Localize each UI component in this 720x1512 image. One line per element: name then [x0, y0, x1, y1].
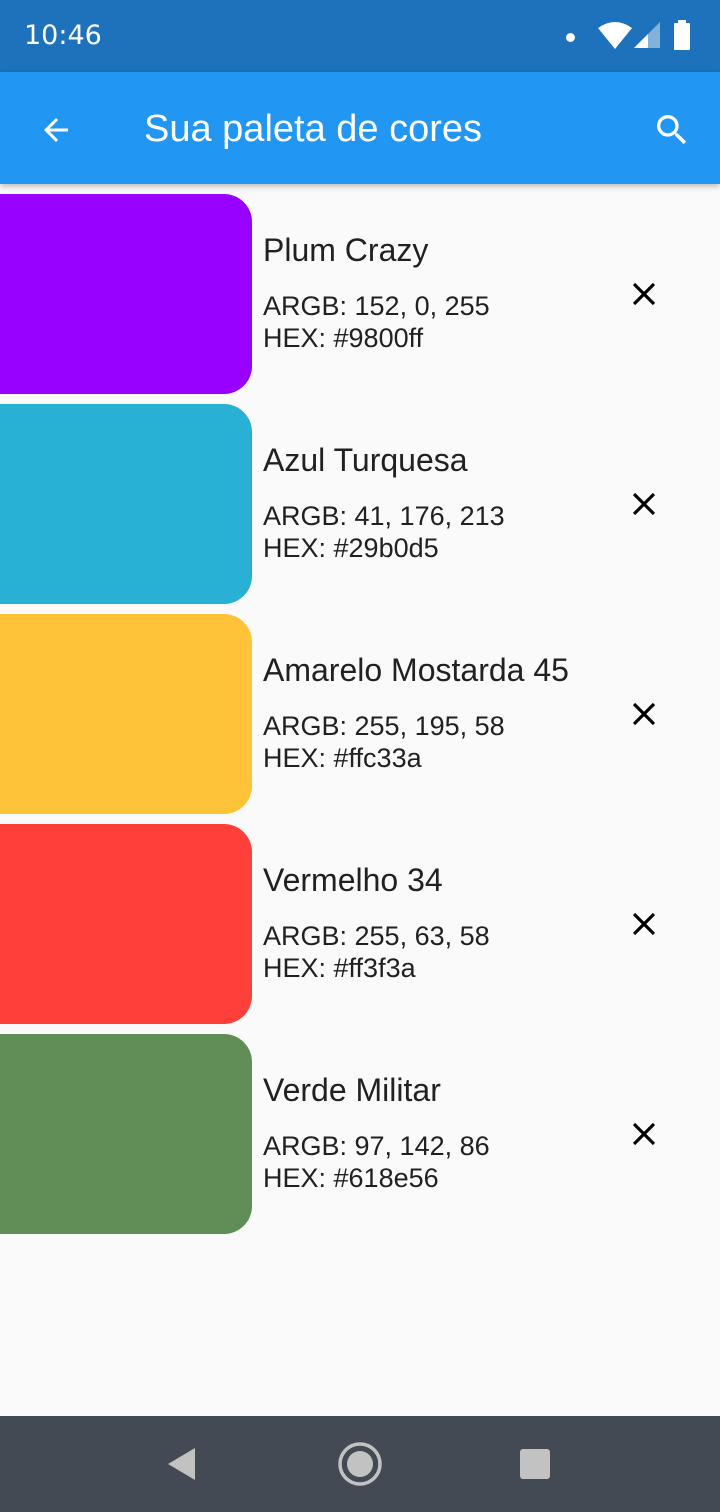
color-name: Plum Crazy: [263, 232, 429, 268]
color-hex-value: HEX: #618e56: [263, 1163, 439, 1193]
nav-back-icon[interactable]: [164, 1446, 200, 1482]
color-item: Verde Militar ARGB: 97, 142, 86 HEX: #61…: [0, 1034, 720, 1234]
color-argb-value: ARGB: 41, 176, 213: [263, 501, 505, 531]
color-argb-value: ARGB: 255, 63, 58: [263, 921, 490, 951]
close-icon: [632, 1122, 656, 1146]
color-item: Vermelho 34 ARGB: 255, 63, 58 HEX: #ff3f…: [0, 824, 720, 1024]
search-button[interactable]: [640, 98, 704, 162]
color-item: Azul Turquesa ARGB: 41, 176, 213 HEX: #2…: [0, 404, 720, 604]
cell-signal-icon: [634, 22, 660, 48]
color-name: Amarelo Mostarda 45: [263, 652, 569, 688]
status-time: 10:46: [24, 20, 102, 51]
remove-color-button[interactable]: [612, 682, 676, 746]
color-argb-value: ARGB: 255, 195, 58: [263, 711, 505, 741]
color-hex-value: HEX: #9800ff: [263, 323, 424, 353]
color-swatch[interactable]: [0, 404, 252, 604]
page-title: Sua paleta de cores: [144, 108, 483, 150]
color-swatch[interactable]: [0, 194, 252, 394]
color-name: Azul Turquesa: [263, 442, 468, 478]
color-name: Vermelho 34: [263, 862, 443, 898]
close-icon: [632, 702, 656, 726]
wifi-icon: [598, 22, 632, 49]
remove-color-button[interactable]: [612, 892, 676, 956]
color-swatch[interactable]: [0, 1034, 252, 1234]
navigation-bar: [0, 1416, 720, 1512]
close-icon: [632, 492, 656, 516]
color-swatch[interactable]: [0, 614, 252, 814]
remove-color-button[interactable]: [612, 472, 676, 536]
notification-dot-icon: [566, 33, 575, 42]
close-icon: [632, 912, 656, 936]
color-swatch[interactable]: [0, 824, 252, 1024]
back-button[interactable]: [26, 100, 86, 160]
arrow-back-icon: [44, 118, 68, 142]
color-item: Plum Crazy ARGB: 152, 0, 255 HEX: #9800f…: [0, 194, 720, 394]
battery-icon: [674, 20, 690, 50]
remove-color-button[interactable]: [612, 262, 676, 326]
color-name: Verde Militar: [263, 1072, 441, 1108]
nav-recents-icon[interactable]: [519, 1448, 551, 1480]
status-bar: 10:46: [0, 0, 720, 72]
color-hex-value: HEX: #29b0d5: [263, 533, 439, 563]
app-bar: Sua paleta de cores: [0, 72, 720, 184]
search-icon: [657, 115, 687, 145]
color-item: Amarelo Mostarda 45 ARGB: 255, 195, 58 H…: [0, 614, 720, 814]
close-icon: [632, 282, 656, 306]
color-hex-value: HEX: #ff3f3a: [263, 953, 416, 983]
color-argb-value: ARGB: 152, 0, 255: [263, 291, 490, 321]
color-hex-value: HEX: #ffc33a: [263, 743, 422, 773]
color-argb-value: ARGB: 97, 142, 86: [263, 1131, 490, 1161]
nav-home-icon[interactable]: [336, 1440, 384, 1488]
remove-color-button[interactable]: [612, 1102, 676, 1166]
